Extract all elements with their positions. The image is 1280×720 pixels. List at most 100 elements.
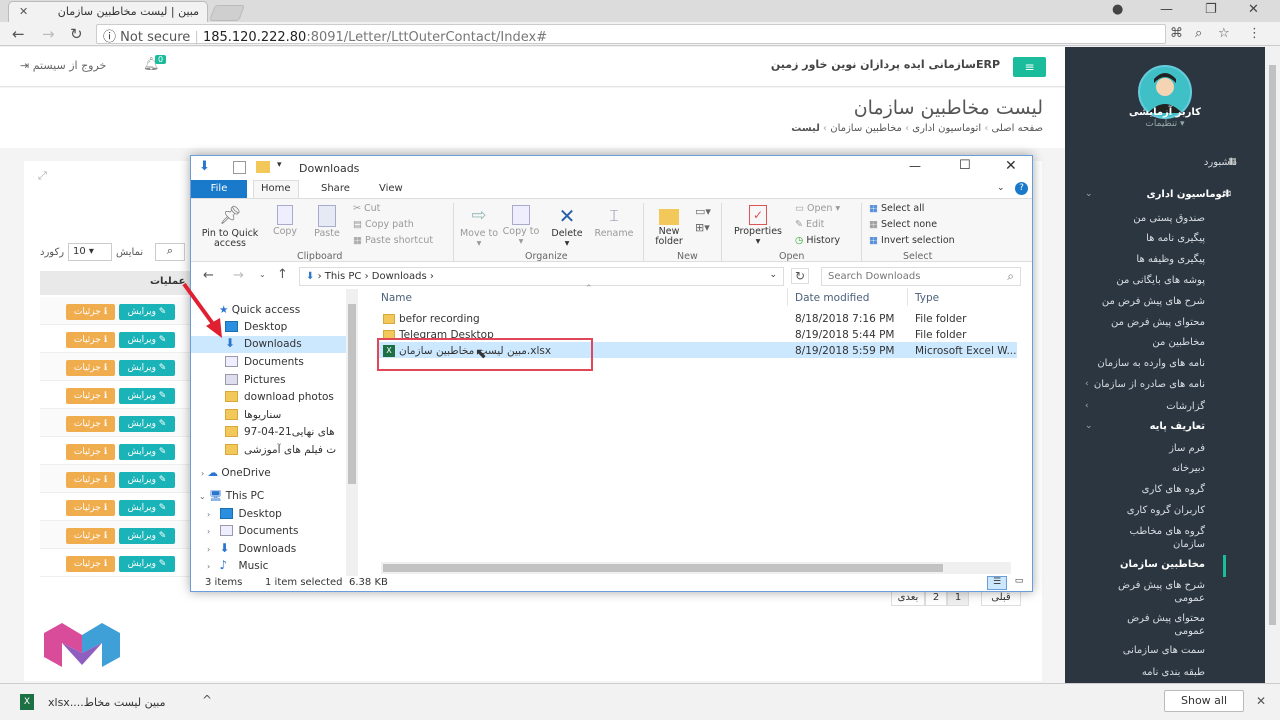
sidebar-item[interactable]: فرم ساز <box>1169 443 1205 454</box>
edit-button[interactable]: ✎ ویرایش <box>119 332 175 348</box>
tab-file[interactable]: File <box>191 180 247 198</box>
details-button[interactable]: ℹ جزئیات <box>66 388 115 404</box>
star-icon[interactable]: ☆ <box>1218 26 1230 41</box>
explorer-path-bar[interactable]: ⬇ › This PC › Downloads › ⌄ <box>299 267 784 286</box>
pin-quick-access-button[interactable]: 📌︎ Pin to Quick access <box>197 205 263 249</box>
edit-button[interactable]: ✎ Edit <box>795 219 824 230</box>
edit-button[interactable]: ✎ ویرایش <box>119 556 175 572</box>
paste-shortcut-button[interactable]: ▦ Paste shortcut <box>353 235 433 246</box>
chevron-icon[interactable]: ‹ <box>1085 401 1089 411</box>
sidebar-item[interactable]: دبیرخانه <box>1172 463 1205 474</box>
sidebar-item[interactable]: مخاطبین سازمان <box>1120 559 1205 570</box>
sidebar-item[interactable]: محتوای پیش فرض من <box>1111 317 1205 328</box>
nav-documents[interactable]: Documents <box>225 354 304 371</box>
forward-icon[interactable]: → <box>42 25 55 43</box>
page-size-select[interactable]: 10 ▾ <box>68 243 112 261</box>
sidebar-item[interactable]: شرح های پیش فرض <box>1118 580 1205 591</box>
path-this-pc[interactable]: This PC <box>325 271 362 282</box>
details-button[interactable]: ℹ جزئیات <box>66 500 115 516</box>
crumb-contacts[interactable]: مخاطبین سازمان <box>830 123 902 134</box>
nav-quick-access[interactable]: ★ Quick access <box>219 302 300 319</box>
url-bar[interactable]: ⓘ Not secure | 185.120.222.80:8091/Lette… <box>96 24 1166 45</box>
chevron-icon[interactable]: ⌄ <box>1085 189 1093 199</box>
explorer-close-icon[interactable]: ✕ <box>1005 158 1017 174</box>
select-none-button[interactable]: ▦ Select none <box>869 219 937 230</box>
crumb-automation[interactable]: اتوماسیون اداری <box>912 123 981 134</box>
nav-this-pc[interactable]: ⌄ 🖥︎ This PC <box>199 488 264 505</box>
expand-icon[interactable]: ⤢ <box>38 169 47 183</box>
details-button[interactable]: ℹ جزئیات <box>66 556 115 572</box>
page-scrollbar-thumb[interactable] <box>1269 65 1276 625</box>
chevron-icon[interactable]: ‹ <box>1085 379 1089 389</box>
file-hscrollbar-thumb[interactable] <box>383 564 943 572</box>
new-folder-button[interactable]: New folder <box>649 205 689 247</box>
help-icon[interactable]: ? <box>1015 182 1028 195</box>
edit-button[interactable]: ✎ ویرایش <box>119 528 175 544</box>
edit-button[interactable]: ✎ ویرایش <box>119 472 175 488</box>
properties-button[interactable]: ✓ Properties ▾ <box>729 205 787 247</box>
explorer-forward-icon[interactable]: → <box>233 268 244 283</box>
delete-button[interactable]: ✕ Delete ▾ <box>547 205 587 249</box>
nav-folder[interactable]: download photos <box>225 389 334 406</box>
new-item-icon[interactable]: ▭▾ <box>695 205 711 218</box>
menu-icon[interactable]: ⋮ <box>1248 26 1261 41</box>
sidebar-item[interactable]: طبقه بندی نامه <box>1142 667 1205 678</box>
qat-download-icon[interactable]: ⬇ <box>199 159 210 174</box>
sidebar-item[interactable]: سمت های سازمانی <box>1123 645 1205 656</box>
details-button[interactable]: ℹ جزئیات <box>66 444 115 460</box>
open-button[interactable]: ▭ Open ▾ <box>795 203 840 214</box>
path-downloads[interactable]: Downloads <box>372 271 427 282</box>
user-settings[interactable]: تنظیمات ▾ <box>1065 119 1265 129</box>
easy-access-icon[interactable]: ⊞▾ <box>695 221 710 234</box>
sidebar-item[interactable]: مخاطبین من <box>1152 337 1205 348</box>
details-view-icon[interactable]: ☰ <box>987 576 1007 590</box>
tab-share[interactable]: Share <box>321 183 350 194</box>
col-type[interactable]: Type <box>915 292 939 304</box>
crumb-home[interactable]: صفحه اصلی <box>992 123 1043 134</box>
user-name[interactable]: کاربر آزمایشی <box>1065 107 1265 118</box>
rename-button[interactable]: ⌶ Rename <box>591 205 637 239</box>
logout-link[interactable]: خروج از سیستم ⇥ <box>20 59 106 72</box>
reload-icon[interactable]: ↻ <box>70 25 83 43</box>
explorer-refresh-icon[interactable]: ↻ <box>791 268 810 284</box>
invert-selection-button[interactable]: ▦ Invert selection <box>869 235 955 246</box>
history-button[interactable]: ◷ History <box>795 235 840 246</box>
show-all-button[interactable]: Show all <box>1164 690 1244 712</box>
search-button[interactable]: ⌕ <box>155 243 185 261</box>
hamburger-button[interactable]: ≡ <box>1013 57 1046 77</box>
sidebar-item[interactable]: صندوق پستی من <box>1133 213 1205 224</box>
details-button[interactable]: ℹ جزئیات <box>66 472 115 488</box>
back-icon[interactable]: ← <box>12 25 25 43</box>
browser-tab[interactable]: مبین | لیست مخاطبین سازمان ✕ <box>8 1 208 22</box>
details-button[interactable]: ℹ جزئیات <box>66 416 115 432</box>
explorer-maximize-icon[interactable]: ☐ <box>959 158 971 173</box>
sidebar-item[interactable]: گروه های مخاطب <box>1130 526 1206 537</box>
col-divider[interactable] <box>907 288 908 306</box>
select-all-button[interactable]: ▦ Select all <box>869 203 924 214</box>
col-name[interactable]: Name <box>381 292 412 304</box>
col-date[interactable]: Date modified <box>795 292 869 304</box>
sidebar-item[interactable]: پیگیری وظیفه ها <box>1136 254 1205 265</box>
sidebar-item[interactable]: عمومی <box>1174 626 1205 637</box>
nav-pc-downloads[interactable]: › ⬇ Downloads <box>207 541 296 558</box>
sidebar-item[interactable]: نامه های صادره از سازمان <box>1094 379 1205 390</box>
details-button[interactable]: ℹ جزئیات <box>66 304 115 320</box>
nav-pc-documents[interactable]: › Documents <box>207 523 298 540</box>
nav-folder[interactable]: های نهایی21-04-97 <box>225 424 335 441</box>
nav-pc-desktop[interactable]: › Desktop <box>207 506 282 523</box>
sidebar-item[interactable]: تعاریف پایه <box>1150 421 1205 432</box>
col-divider[interactable] <box>787 288 788 306</box>
sidebar-item[interactable]: کاربران گروه کاری <box>1127 505 1205 516</box>
copy-button[interactable]: Copy <box>267 205 303 237</box>
nav-desktop[interactable]: Desktop <box>225 319 287 336</box>
edit-button[interactable]: ✎ ویرایش <box>119 360 175 376</box>
sidebar-item[interactable]: محتوای پیش فرض <box>1127 613 1205 624</box>
edit-button[interactable]: ✎ ویرایش <box>119 416 175 432</box>
details-button[interactable]: ℹ جزئیات <box>66 332 115 348</box>
page-scrollbar[interactable] <box>1265 47 1280 683</box>
sidebar-item[interactable]: سازمان <box>1173 539 1205 550</box>
sidebar-item[interactable]: گزارشات <box>1166 401 1205 412</box>
new-tab-button[interactable] <box>209 5 245 21</box>
explorer-minimize-icon[interactable]: — <box>909 159 921 173</box>
close-window-icon[interactable]: ✕ <box>1248 2 1259 17</box>
